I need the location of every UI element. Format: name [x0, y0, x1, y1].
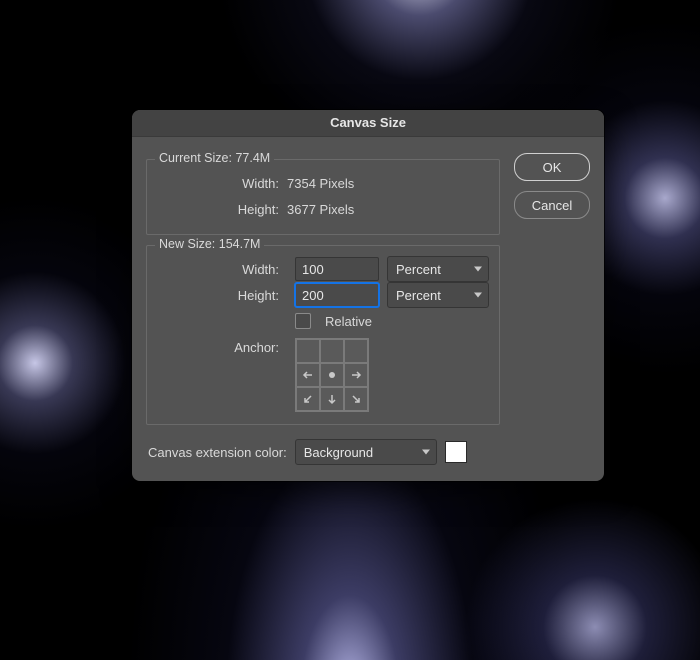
- anchor-cell-e[interactable]: [344, 363, 368, 387]
- height-input[interactable]: [295, 283, 379, 307]
- canvas-size-dialog: Canvas Size Current Size: 77.4M Width: 7…: [132, 110, 604, 481]
- cancel-button[interactable]: Cancel: [514, 191, 590, 219]
- anchor-cell-s[interactable]: [320, 387, 344, 411]
- arrow-down-left-icon: [301, 392, 315, 406]
- dialog-title: Canvas Size: [132, 110, 604, 137]
- new-size-legend-prefix: New Size:: [159, 237, 215, 251]
- width-input[interactable]: [295, 257, 379, 281]
- anchor-cell-ne[interactable]: [344, 339, 368, 363]
- extension-color-label: Canvas extension color:: [148, 445, 287, 460]
- height-unit-select[interactable]: Percent: [387, 282, 489, 308]
- ok-button[interactable]: OK: [514, 153, 590, 181]
- current-height-label: Height:: [183, 202, 287, 217]
- chevron-down-icon: [474, 267, 482, 272]
- extension-color-swatch[interactable]: [445, 441, 467, 463]
- chevron-down-icon: [422, 450, 430, 455]
- new-height-label: Height:: [183, 288, 287, 303]
- extension-color-row: Canvas extension color: Background: [148, 439, 498, 465]
- current-width-value: 7354 Pixels: [287, 176, 354, 191]
- arrow-right-icon: [349, 368, 363, 382]
- current-size-group: Current Size: 77.4M Width: 7354 Pixels H…: [146, 159, 500, 235]
- anchor-cell-n[interactable]: [320, 339, 344, 363]
- extension-color-select[interactable]: Background: [295, 439, 437, 465]
- arrow-down-right-icon: [349, 392, 363, 406]
- arrow-left-icon: [301, 368, 315, 382]
- new-width-label: Width:: [183, 262, 287, 277]
- anchor-cell-nw[interactable]: [296, 339, 320, 363]
- extension-color-value: Background: [304, 445, 373, 460]
- new-size-group: New Size: 154.7M Width: Percent Height: …: [146, 245, 500, 425]
- height-unit-value: Percent: [396, 288, 441, 303]
- anchor-label: Anchor:: [183, 338, 287, 355]
- current-width-label: Width:: [183, 176, 287, 191]
- relative-label: Relative: [325, 314, 372, 329]
- current-size-value: 77.4M: [235, 151, 270, 165]
- dialog-body: Current Size: 77.4M Width: 7354 Pixels H…: [132, 137, 604, 481]
- current-size-legend-prefix: Current Size:: [159, 151, 232, 165]
- current-height-value: 3677 Pixels: [287, 202, 354, 217]
- chevron-down-icon: [474, 293, 482, 298]
- anchor-cell-center[interactable]: [320, 363, 344, 387]
- anchor-center-dot-icon: [325, 368, 339, 382]
- anchor-grid[interactable]: [295, 338, 369, 412]
- width-unit-select[interactable]: Percent: [387, 256, 489, 282]
- new-size-legend: New Size: 154.7M: [155, 237, 264, 251]
- relative-checkbox[interactable]: [295, 313, 311, 329]
- anchor-cell-sw[interactable]: [296, 387, 320, 411]
- width-unit-value: Percent: [396, 262, 441, 277]
- current-size-legend: Current Size: 77.4M: [155, 151, 274, 165]
- anchor-cell-w[interactable]: [296, 363, 320, 387]
- new-size-value: 154.7M: [219, 237, 261, 251]
- arrow-down-icon: [325, 392, 339, 406]
- anchor-cell-se[interactable]: [344, 387, 368, 411]
